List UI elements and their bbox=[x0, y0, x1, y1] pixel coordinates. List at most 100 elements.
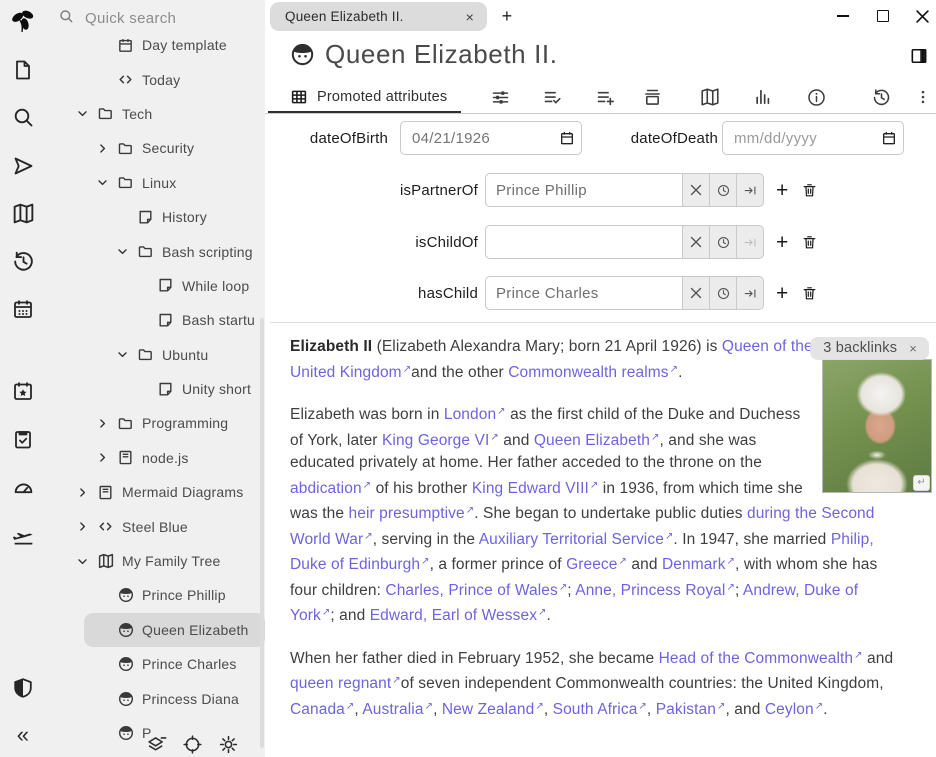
doc-link[interactable]: Queen Elizabeth↗ bbox=[534, 432, 660, 449]
tree-item[interactable]: Today bbox=[46, 62, 265, 96]
clear-relation-icon[interactable] bbox=[683, 225, 710, 259]
note-statistics-icon[interactable] bbox=[748, 82, 778, 112]
chevron-down-icon[interactable] bbox=[96, 176, 117, 189]
scroll-to-active-note-icon[interactable] bbox=[182, 734, 203, 755]
tree-item[interactable]: Day template bbox=[46, 28, 265, 62]
tree-item[interactable]: Prince Phillip bbox=[46, 578, 265, 612]
go-to-target-icon[interactable] bbox=[737, 276, 764, 310]
calendar-picker-icon[interactable] bbox=[553, 130, 581, 146]
dateOfBirth-input[interactable] bbox=[400, 121, 582, 155]
doc-link[interactable]: London↗ bbox=[444, 406, 506, 423]
tab-queen-elizabeth[interactable]: Queen Elizabeth II. × bbox=[270, 2, 487, 31]
time-icon[interactable] bbox=[710, 276, 737, 310]
delete-relation-icon[interactable] bbox=[801, 285, 818, 302]
isPartnerOf-value[interactable] bbox=[486, 174, 682, 206]
tab-promoted-attributes[interactable]: Promoted attributes bbox=[268, 82, 461, 113]
doc-link[interactable]: Canada↗ bbox=[290, 701, 354, 718]
chevron-right-icon[interactable] bbox=[76, 520, 97, 533]
doc-link[interactable]: King Edward VIII↗ bbox=[472, 480, 599, 497]
doc-link[interactable]: Australia↗ bbox=[362, 701, 433, 718]
dashboard-icon[interactable] bbox=[0, 475, 46, 500]
doc-link[interactable]: Pakistan↗ bbox=[656, 701, 726, 718]
doc-link[interactable]: Ceylon↗ bbox=[765, 701, 823, 718]
backlinks-close-icon[interactable]: × bbox=[909, 341, 917, 356]
tree-item[interactable]: Mermaid Diagrams bbox=[46, 475, 265, 509]
doc-link[interactable]: queen regnant↗ bbox=[290, 675, 401, 692]
add-relation-button[interactable]: + bbox=[776, 232, 788, 253]
doc-link[interactable]: Auxiliary Territorial Service↗ bbox=[479, 531, 674, 548]
doc-link[interactable]: King George VI↗ bbox=[382, 432, 499, 449]
add-attribute-icon[interactable] bbox=[590, 82, 620, 112]
travel-plane-icon[interactable] bbox=[0, 523, 46, 548]
tree-item[interactable]: Tech bbox=[46, 97, 265, 131]
search-icon[interactable] bbox=[0, 105, 46, 129]
time-icon[interactable] bbox=[710, 173, 737, 207]
tree-item[interactable]: My Family Tree bbox=[46, 544, 265, 578]
hasChild-value[interactable] bbox=[486, 277, 682, 309]
chevron-right-icon[interactable] bbox=[76, 486, 97, 499]
protected-session-icon[interactable] bbox=[0, 676, 46, 700]
queen-elizabeth-photo[interactable]: ↵ bbox=[822, 359, 932, 493]
delete-relation-icon[interactable] bbox=[801, 182, 818, 199]
tree-item[interactable]: Programming bbox=[46, 406, 265, 440]
recent-changes-icon[interactable] bbox=[0, 249, 46, 274]
tree-item[interactable]: While loop bbox=[46, 269, 265, 303]
chevron-right-icon[interactable] bbox=[96, 142, 117, 155]
add-relation-button[interactable]: + bbox=[776, 283, 788, 304]
doc-link[interactable]: Denmark↗ bbox=[662, 556, 735, 573]
tree-scrollbar[interactable] bbox=[260, 318, 264, 748]
tree-item[interactable]: Linux bbox=[46, 166, 265, 200]
dateOfBirth-value[interactable] bbox=[401, 130, 553, 147]
backlinks-badge[interactable]: 3 backlinks × bbox=[810, 337, 929, 360]
note-info-icon[interactable] bbox=[801, 82, 831, 112]
new-note-icon[interactable] bbox=[0, 58, 46, 82]
tree-item[interactable]: Princess Diana bbox=[46, 681, 265, 715]
clear-relation-icon[interactable] bbox=[683, 173, 710, 207]
toggle-right-pane-icon[interactable] bbox=[909, 46, 929, 71]
task-list-icon[interactable] bbox=[0, 427, 46, 451]
doc-link[interactable]: Edward, Earl of Wessex↗ bbox=[370, 607, 547, 624]
trilium-logo-icon[interactable] bbox=[0, 6, 46, 38]
isChildOf-value[interactable] bbox=[486, 226, 682, 258]
calendar-picker-icon[interactable] bbox=[875, 130, 903, 146]
doc-link[interactable]: Commonwealth realms↗ bbox=[508, 364, 678, 381]
quick-search[interactable] bbox=[58, 8, 237, 29]
hasChild-input[interactable] bbox=[485, 276, 683, 310]
revisions-icon[interactable] bbox=[866, 82, 896, 112]
more-menu-icon[interactable] bbox=[908, 82, 936, 112]
tree-item[interactable]: Bash scripting bbox=[46, 234, 265, 268]
dateOfDeath-value[interactable] bbox=[723, 130, 875, 147]
chevron-down-icon[interactable] bbox=[116, 245, 137, 258]
tree-item[interactable]: History bbox=[46, 200, 265, 234]
quick-search-input[interactable] bbox=[83, 9, 237, 28]
reading-book-icon[interactable] bbox=[0, 201, 46, 226]
isChildOf-input[interactable] bbox=[485, 225, 683, 259]
tree-item[interactable]: Queen Elizabeth bbox=[84, 613, 265, 647]
tree-item[interactable]: Steel Blue bbox=[46, 509, 265, 543]
tree-item[interactable]: node.js bbox=[46, 441, 265, 475]
chevron-down-icon[interactable] bbox=[76, 107, 97, 120]
collapse-subtree-icon[interactable] bbox=[146, 734, 167, 755]
chevron-down-icon[interactable] bbox=[76, 555, 97, 568]
chevron-right-icon[interactable] bbox=[96, 417, 117, 430]
doc-link[interactable]: abdication↗ bbox=[290, 480, 371, 497]
isPartnerOf-input[interactable] bbox=[485, 173, 683, 207]
note-title[interactable]: Queen Elizabeth II. bbox=[325, 39, 558, 70]
clear-relation-icon[interactable] bbox=[683, 276, 710, 310]
image-caption-handle-icon[interactable]: ↵ bbox=[913, 475, 930, 491]
owned-attributes-icon[interactable] bbox=[537, 82, 567, 112]
doc-link[interactable]: South Africa↗ bbox=[553, 701, 647, 718]
chevron-down-icon[interactable] bbox=[116, 348, 137, 361]
tree-item[interactable]: Prince Charles bbox=[46, 647, 265, 681]
tree-item[interactable]: Security bbox=[46, 131, 265, 165]
collapse-panel-icon[interactable]: « bbox=[0, 722, 46, 748]
dateOfDeath-input[interactable] bbox=[722, 121, 904, 155]
calendar-icon[interactable] bbox=[0, 297, 46, 321]
similar-notes-map-icon[interactable] bbox=[695, 82, 725, 112]
tree-item[interactable]: Ubuntu bbox=[46, 338, 265, 372]
doc-link[interactable]: Charles, Prince of Wales↗ bbox=[385, 582, 567, 599]
go-to-target-icon[interactable] bbox=[737, 173, 764, 207]
doc-link[interactable]: heir presumptive↗ bbox=[349, 505, 475, 522]
add-relation-button[interactable]: + bbox=[776, 180, 788, 201]
doc-link[interactable]: Greece↗ bbox=[566, 556, 627, 573]
